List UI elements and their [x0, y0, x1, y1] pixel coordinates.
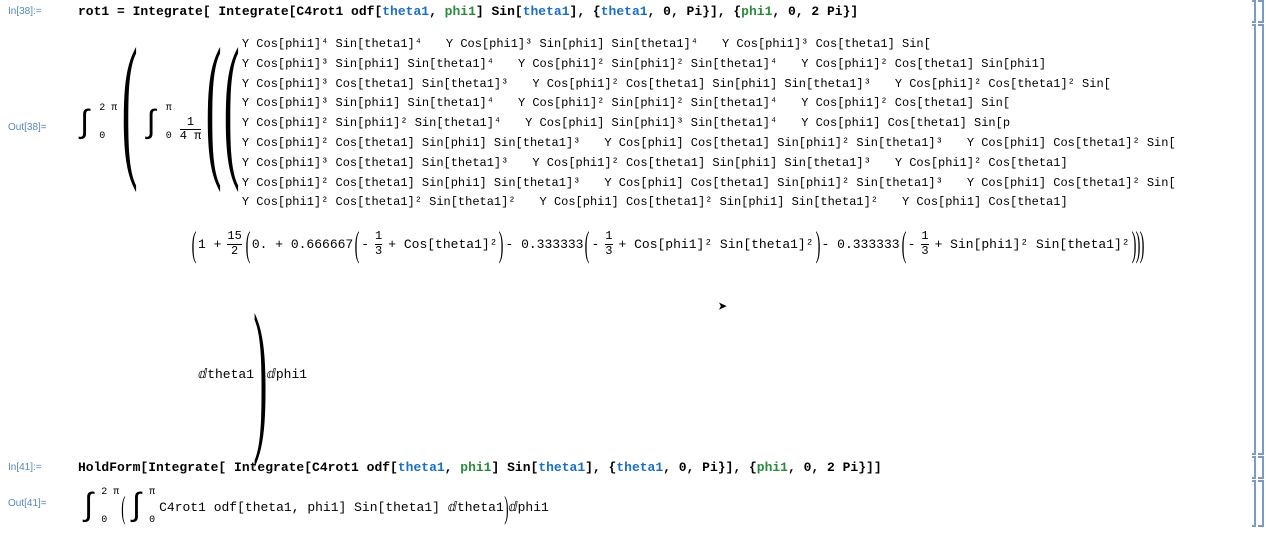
paren-open-2: ( [206, 34, 222, 174]
integral-matrix-area: ∫ 2 π 0 ( ∫ π 0 1 4 π ( ( Y Cos[phi1]⁴ S… [74, 34, 1246, 211]
out-label-38: Out[38]= [8, 122, 47, 133]
differential-area: ⅆtheta1 ) ⅆphi1 [198, 289, 1246, 459]
int1b-limits: 2 π 0 [101, 488, 119, 526]
paren-close-tall: ) [253, 304, 267, 444]
holdform-body: C4rot1 odf[theta1, phi1] Sin[theta1] ⅆth… [159, 500, 504, 515]
matrix-body: Y Cos[phi1]⁴ Sin[theta1]⁴Y Cos[phi1]³ Si… [242, 36, 1176, 211]
middle-expression: ( 1 + 152 ( 0. + 0.666667 ( - 13 + Cos[t… [194, 229, 1246, 259]
paren-open-3: ( [223, 34, 239, 174]
output-content-38: ∫ 2 π 0 ( ∫ π 0 1 4 π ( ( Y Cos[phi1]⁴ S… [0, 24, 1266, 463]
d-phi1: ⅆphi1 [267, 367, 307, 382]
cell-bracket-outer[interactable] [1258, 456, 1264, 479]
input-cell-38[interactable]: In[38]:= rot1 = Integrate[ Integrate[C4r… [0, 0, 1266, 24]
int2-limits: π 0 [166, 104, 172, 142]
cell-bracket-outer[interactable] [1258, 24, 1264, 455]
paren-close-small: ) [504, 494, 508, 520]
input-code-41[interactable]: HoldForm[Integrate[ Integrate[C4rot1 odf… [0, 456, 1266, 479]
code-text: HoldForm[Integrate[ Integrate[C4rot1 odf… [78, 460, 882, 475]
in-label-38: In[38]:= [8, 6, 42, 17]
paren-open-small: ( [121, 494, 125, 520]
integral-sign-1: ∫ [75, 108, 94, 140]
input-cell-41[interactable]: In[41]:= HoldForm[Integrate[ Integrate[C… [0, 456, 1266, 480]
output-cell-38[interactable]: Out[38]= ∫ 2 π 0 ( ∫ π 0 1 4 π ( ( Y Cos… [0, 24, 1266, 456]
cell-bracket-inner[interactable] [1252, 0, 1256, 23]
d-theta1: ⅆtheta1 [198, 367, 254, 382]
integral-sign-2: ∫ [142, 108, 161, 140]
integral-sign-4: ∫ [127, 491, 146, 523]
holdform-tail: ⅆphi1 [508, 500, 548, 515]
int2b-limits: π 0 [149, 488, 155, 526]
cell-bracket-outer[interactable] [1258, 480, 1264, 527]
code-text: rot1 = Integrate[ Integrate[C4rot1 odf[t… [78, 4, 858, 19]
paren-open-1: ( [122, 34, 138, 174]
cell-bracket-inner[interactable] [1252, 24, 1256, 455]
cell-bracket-inner[interactable] [1252, 480, 1256, 527]
output-cell-41[interactable]: Out[41]= ∫ 2 π 0 ( ∫ π 0 C4rot1 odf[thet… [0, 480, 1266, 528]
out-label-41: Out[41]= [8, 498, 47, 509]
int1-limits: 2 π 0 [99, 104, 117, 142]
integral-sign-3: ∫ [79, 491, 98, 523]
cell-bracket-inner[interactable] [1252, 456, 1256, 479]
input-code-38[interactable]: rot1 = Integrate[ Integrate[C4rot1 odf[t… [0, 0, 1266, 23]
in-label-41: In[41]:= [8, 462, 42, 473]
output-content-41: ∫ 2 π 0 ( ∫ π 0 C4rot1 odf[theta1, phi1]… [0, 480, 1266, 530]
one-over-4pi: 1 4 π [180, 116, 202, 143]
cell-bracket-outer[interactable] [1258, 0, 1264, 23]
